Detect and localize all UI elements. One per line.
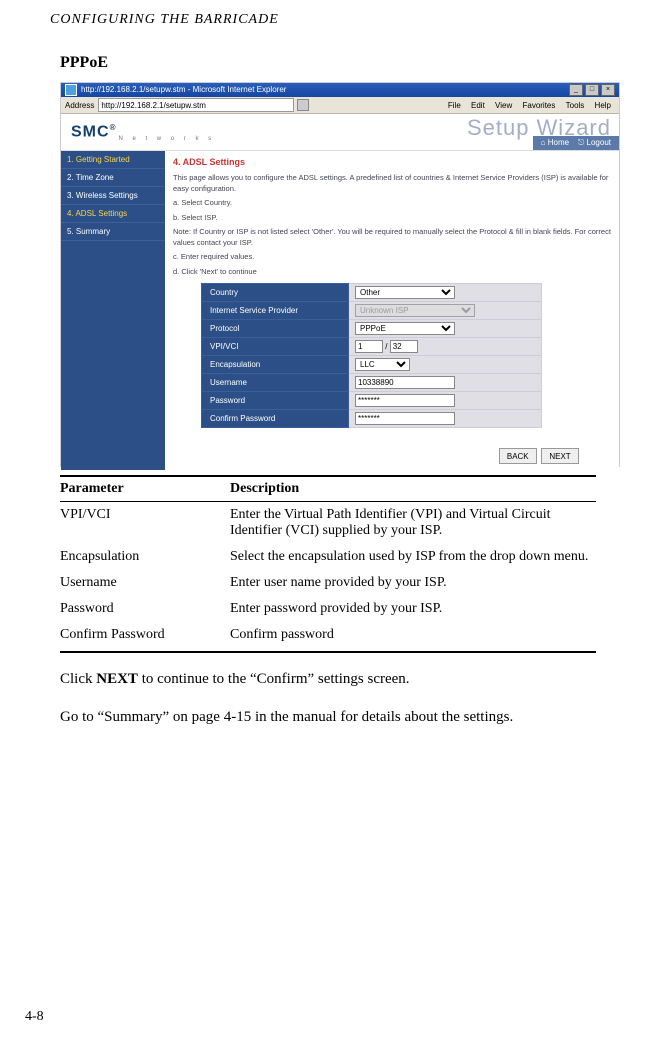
ie-icon: [65, 84, 77, 96]
input-vpi[interactable]: [355, 340, 383, 353]
home-icon: ⌂: [541, 138, 546, 147]
parameter-table: Parameter Description VPI/VCI Enter the …: [60, 475, 596, 653]
select-encapsulation[interactable]: LLC: [355, 358, 410, 371]
sidebar-item-time-zone[interactable]: 2. Time Zone: [61, 169, 165, 187]
menu-favorites[interactable]: Favorites: [522, 101, 555, 110]
label-password: Password: [202, 392, 349, 410]
instruction-next: Click NEXT to continue to the “Confirm” …: [60, 669, 596, 691]
menu-tools[interactable]: Tools: [566, 101, 585, 110]
table-row: Username Enter user name provided by you…: [60, 570, 596, 596]
input-confirm-password[interactable]: [355, 412, 455, 425]
vpivci-sep: /: [385, 342, 387, 351]
adsl-form: Country Other Internet Service Provider …: [201, 283, 542, 428]
label-confirm-password: Confirm Password: [202, 410, 349, 428]
content-step-d: d. Click 'Next' to continue: [173, 267, 611, 278]
home-link[interactable]: Home: [548, 138, 569, 147]
row-username: Username: [202, 374, 542, 392]
th-parameter: Parameter: [60, 476, 230, 502]
row-vpivci: VPI/VCI /: [202, 338, 542, 356]
row-confirm-password: Confirm Password: [202, 410, 542, 428]
logo-text: SMC: [71, 123, 110, 140]
select-isp[interactable]: Unknown ISP: [355, 304, 475, 317]
logout-icon: ⎋: [578, 138, 584, 147]
select-protocol[interactable]: PPPoE: [355, 322, 455, 335]
param-desc: Enter password provided by your ISP.: [230, 596, 596, 622]
sidebar-item-wireless[interactable]: 3. Wireless Settings: [61, 187, 165, 205]
input-username[interactable]: [355, 376, 455, 389]
row-password: Password: [202, 392, 542, 410]
content-heading: 4. ADSL Settings: [173, 157, 611, 167]
content-step-b: b. Select ISP.: [173, 213, 611, 224]
wizard-sidebar: 1. Getting Started 2. Time Zone 3. Wirel…: [61, 151, 165, 470]
label-isp: Internet Service Provider: [202, 302, 349, 320]
content-note: Note: If Country or ISP is not listed se…: [173, 227, 611, 248]
text: to continue to the “Confirm” settings sc…: [138, 671, 410, 687]
param-desc: Confirm password: [230, 622, 596, 652]
row-isp: Internet Service Provider Unknown ISP: [202, 302, 542, 320]
ie-title-text: http://192.168.2.1/setupw.stm - Microsof…: [81, 83, 286, 97]
branding-bar: SMC® N e t w o r k s Setup Wizard ⌂ Home…: [61, 114, 619, 151]
address-label: Address: [65, 101, 94, 110]
table-row: Encapsulation Select the encapsulation u…: [60, 544, 596, 570]
wizard-content: 4. ADSL Settings This page allows you to…: [165, 151, 619, 470]
content-step-a: a. Select Country.: [173, 198, 611, 209]
row-country: Country Other: [202, 284, 542, 302]
maximize-button[interactable]: □: [585, 84, 599, 96]
running-head: CONFIGURING THE BARRICADE: [50, 0, 606, 46]
sidebar-item-getting-started[interactable]: 1. Getting Started: [61, 151, 165, 169]
content-step-c: c. Enter required values.: [173, 252, 611, 263]
minimize-button[interactable]: _: [569, 84, 583, 96]
logo-subtext: N e t w o r k s: [118, 136, 215, 142]
ie-menubar: File Edit View Favorites Tools Help: [444, 101, 615, 110]
content-intro: This page allows you to configure the AD…: [173, 173, 611, 194]
label-protocol: Protocol: [202, 320, 349, 338]
label-country: Country: [202, 284, 349, 302]
close-button[interactable]: ×: [601, 84, 615, 96]
param-name: Username: [60, 570, 230, 596]
smc-logo: SMC®: [71, 123, 116, 141]
instruction-summary: Go to “Summary” on page 4-15 in the manu…: [60, 707, 596, 729]
page-number: 4-8: [25, 1009, 44, 1025]
menu-edit[interactable]: Edit: [471, 101, 485, 110]
menu-help[interactable]: Help: [595, 101, 611, 110]
section-title: PPPoE: [50, 54, 606, 72]
ie-toolbar: Address File Edit View Favorites Tools H…: [61, 97, 619, 114]
input-password[interactable]: [355, 394, 455, 407]
ie-titlebar: http://192.168.2.1/setupw.stm - Microsof…: [61, 83, 619, 97]
address-input[interactable]: [98, 98, 294, 112]
sidebar-item-summary[interactable]: 5. Summary: [61, 223, 165, 241]
label-vpivci: VPI/VCI: [202, 338, 349, 356]
param-desc: Enter user name provided by your ISP.: [230, 570, 596, 596]
logout-link[interactable]: Logout: [587, 138, 611, 147]
row-protocol: Protocol PPPoE: [202, 320, 542, 338]
text: Click: [60, 671, 96, 687]
table-row: Confirm Password Confirm password: [60, 622, 596, 652]
label-encapsulation: Encapsulation: [202, 356, 349, 374]
menu-file[interactable]: File: [448, 101, 461, 110]
param-desc: Select the encapsulation used by ISP fro…: [230, 544, 596, 570]
param-name: Password: [60, 596, 230, 622]
next-keyword: NEXT: [96, 671, 138, 687]
logo-reg: ®: [110, 123, 117, 132]
next-button[interactable]: NEXT: [541, 448, 579, 464]
select-country[interactable]: Other: [355, 286, 455, 299]
th-description: Description: [230, 476, 596, 502]
param-name: Confirm Password: [60, 622, 230, 652]
screenshot-ie-window: http://192.168.2.1/setupw.stm - Microsof…: [60, 82, 620, 467]
input-vci[interactable]: [390, 340, 418, 353]
row-encapsulation: Encapsulation LLC: [202, 356, 542, 374]
table-row: Password Enter password provided by your…: [60, 596, 596, 622]
table-row: VPI/VCI Enter the Virtual Path Identifie…: [60, 502, 596, 545]
param-desc: Enter the Virtual Path Identifier (VPI) …: [230, 502, 596, 545]
param-name: Encapsulation: [60, 544, 230, 570]
param-name: VPI/VCI: [60, 502, 230, 545]
back-button[interactable]: BACK: [499, 448, 537, 464]
menu-view[interactable]: View: [495, 101, 512, 110]
sidebar-item-adsl[interactable]: 4. ADSL Settings: [61, 205, 165, 223]
go-button[interactable]: [297, 99, 309, 111]
label-username: Username: [202, 374, 349, 392]
user-menu: ⌂ Home ⎋ Logout: [533, 136, 619, 150]
